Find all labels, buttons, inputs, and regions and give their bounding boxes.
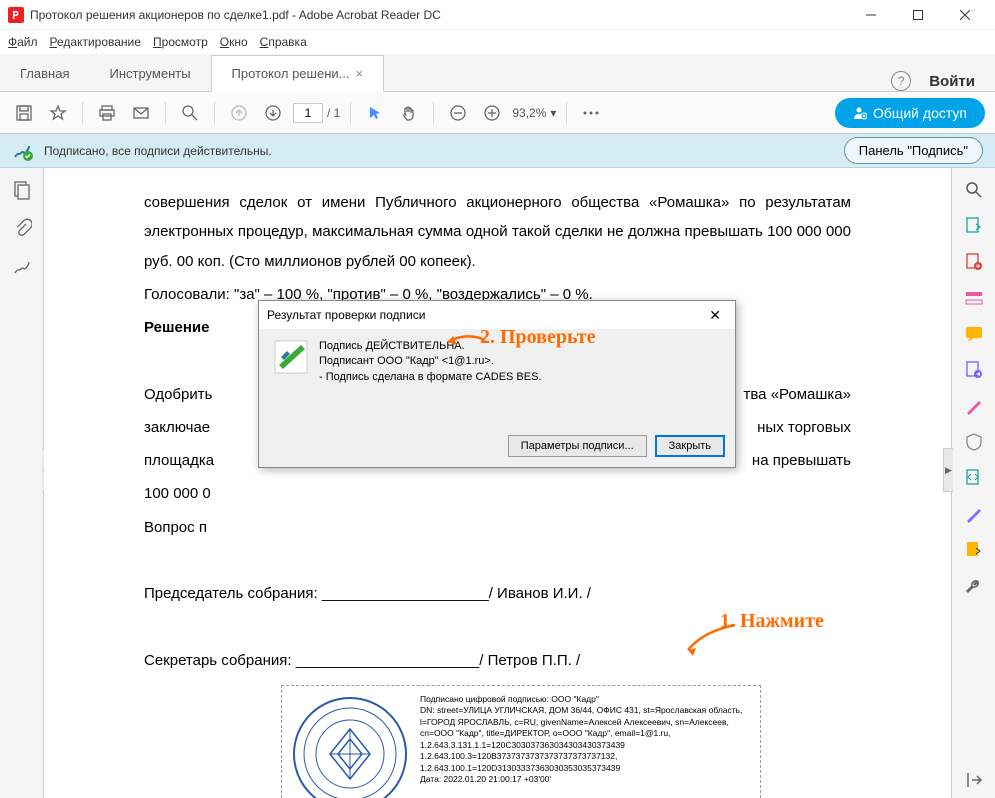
star-icon[interactable] bbox=[44, 99, 72, 127]
tab-close-icon[interactable]: × bbox=[355, 66, 363, 81]
mail-icon[interactable] bbox=[127, 99, 155, 127]
print-icon[interactable] bbox=[93, 99, 121, 127]
pdf-page: совершения сделок от имени Публичного ак… bbox=[44, 168, 951, 798]
tab-document[interactable]: Протокол решени... × bbox=[211, 55, 385, 92]
hand-icon[interactable] bbox=[395, 99, 423, 127]
dialog-title: Результат проверки подписи bbox=[267, 308, 425, 322]
highlight-icon[interactable] bbox=[964, 396, 984, 416]
right-toggle[interactable]: ▶ bbox=[943, 448, 953, 492]
export-pdf-icon[interactable] bbox=[964, 216, 984, 236]
thumbnails-icon[interactable] bbox=[12, 180, 32, 200]
zoom-level[interactable]: 93,2% ▾ bbox=[512, 106, 556, 120]
prev-page-icon[interactable] bbox=[225, 99, 253, 127]
organize-icon[interactable] bbox=[964, 360, 984, 380]
collapse-icon[interactable] bbox=[964, 770, 984, 790]
doc-p4b: тва «Ромашка» bbox=[744, 380, 851, 409]
doc-p6b: на превышать bbox=[752, 446, 851, 475]
signature-panel-button[interactable]: Панель "Подпись" bbox=[844, 137, 983, 164]
signature-bar: Подписано, все подписи действительны. Па… bbox=[0, 134, 995, 168]
more-icon[interactable] bbox=[577, 99, 605, 127]
dialog-close-button[interactable]: Закрыть bbox=[655, 435, 725, 457]
page-input[interactable] bbox=[293, 103, 323, 123]
share-label: Общий доступ bbox=[873, 105, 967, 121]
document-viewport[interactable]: совершения сделок от имени Публичного ак… bbox=[44, 168, 951, 798]
login-button[interactable]: Войти bbox=[929, 73, 975, 90]
signature-check-dialog: Результат проверки подписи ✕ Подпись ДЕЙ… bbox=[258, 300, 736, 468]
page-number: / 1 bbox=[293, 103, 340, 123]
doc-p5a: заключае bbox=[144, 413, 210, 442]
doc-p3: Решение bbox=[144, 313, 209, 342]
doc-p8: Вопрос п bbox=[144, 513, 851, 542]
create-pdf-icon[interactable] bbox=[964, 252, 984, 272]
main-area: ◀ совершения сделок от имени Публичного … bbox=[0, 168, 995, 798]
dialog-text: Подпись ДЕЙСТВИТЕЛЬНА. Подписант ООО "Ка… bbox=[319, 339, 542, 421]
doc-p4a: Одобрить bbox=[144, 380, 212, 409]
menu-help[interactable]: Справка bbox=[260, 35, 307, 49]
menu-view[interactable]: Просмотр bbox=[153, 35, 208, 49]
sign-icon[interactable] bbox=[12, 256, 32, 276]
close-button[interactable] bbox=[942, 1, 987, 29]
signature-valid-dialog-icon bbox=[273, 339, 309, 375]
digital-signature-box[interactable]: Подписано цифровой подписью: ООО "Кадр" … bbox=[281, 685, 761, 798]
edit-pdf-icon[interactable] bbox=[964, 288, 984, 308]
signature-status: Подписано, все подписи действительны. bbox=[44, 144, 834, 158]
compress-icon[interactable] bbox=[964, 468, 984, 488]
dialog-titlebar: Результат проверки подписи ✕ bbox=[259, 301, 735, 329]
more-tools-icon[interactable] bbox=[964, 576, 984, 596]
doc-chair: Председатель собрания: _________________… bbox=[144, 579, 851, 608]
doc-p7: 100 000 0 bbox=[144, 479, 851, 508]
minimize-button[interactable] bbox=[848, 1, 893, 29]
tab-document-label: Протокол решени... bbox=[232, 66, 350, 81]
toolbar: / 1 93,2% ▾ Общий доступ bbox=[0, 92, 995, 134]
pointer-icon[interactable] bbox=[361, 99, 389, 127]
signature-valid-icon bbox=[12, 140, 34, 162]
dialog-close-icon[interactable]: ✕ bbox=[703, 305, 727, 326]
search-icon[interactable] bbox=[176, 99, 204, 127]
signature-params-button[interactable]: Параметры подписи... bbox=[508, 435, 647, 457]
zoom-in-icon[interactable] bbox=[478, 99, 506, 127]
seal-stamp bbox=[290, 694, 410, 798]
next-page-icon[interactable] bbox=[259, 99, 287, 127]
fill-sign-icon[interactable] bbox=[964, 504, 984, 524]
tab-tools[interactable]: Инструменты bbox=[89, 56, 210, 91]
menu-window[interactable]: Окно bbox=[220, 35, 248, 49]
doc-secretary: Секретарь собрания: ____________________… bbox=[144, 646, 851, 675]
doc-p6a: площадка bbox=[144, 446, 214, 475]
window-title: Протокол решения акционеров по сделке1.p… bbox=[30, 8, 848, 22]
protect-icon[interactable] bbox=[964, 432, 984, 452]
page-total: / 1 bbox=[327, 106, 340, 120]
tab-home[interactable]: Главная bbox=[0, 56, 89, 91]
tabbar: Главная Инструменты Протокол решени...× … bbox=[0, 54, 995, 92]
send-icon[interactable] bbox=[964, 540, 984, 560]
doc-p5b: ных торговых bbox=[757, 413, 851, 442]
person-plus-icon bbox=[853, 106, 867, 120]
right-sidebar bbox=[951, 168, 995, 798]
attachments-icon[interactable] bbox=[12, 218, 32, 238]
help-icon[interactable]: ? bbox=[891, 71, 911, 91]
menu-file[interactable]: Файл bbox=[8, 35, 38, 49]
doc-p1: совершения сделок от имени Публичного ак… bbox=[144, 188, 851, 276]
menu-edit[interactable]: Редактирование bbox=[50, 35, 141, 49]
signature-details: Подписано цифровой подписью: ООО "Кадр" … bbox=[420, 694, 752, 798]
save-icon[interactable] bbox=[10, 99, 38, 127]
menubar: Файл Редактирование Просмотр Окно Справк… bbox=[0, 30, 995, 54]
app-icon bbox=[8, 7, 24, 23]
maximize-button[interactable] bbox=[895, 1, 940, 29]
comment-icon[interactable] bbox=[964, 324, 984, 344]
chevron-down-icon: ▾ bbox=[550, 106, 556, 120]
titlebar: Протокол решения акционеров по сделке1.p… bbox=[0, 0, 995, 30]
search-tool-icon[interactable] bbox=[964, 180, 984, 200]
zoom-out-icon[interactable] bbox=[444, 99, 472, 127]
share-button[interactable]: Общий доступ bbox=[835, 98, 985, 128]
left-sidebar bbox=[0, 168, 44, 798]
